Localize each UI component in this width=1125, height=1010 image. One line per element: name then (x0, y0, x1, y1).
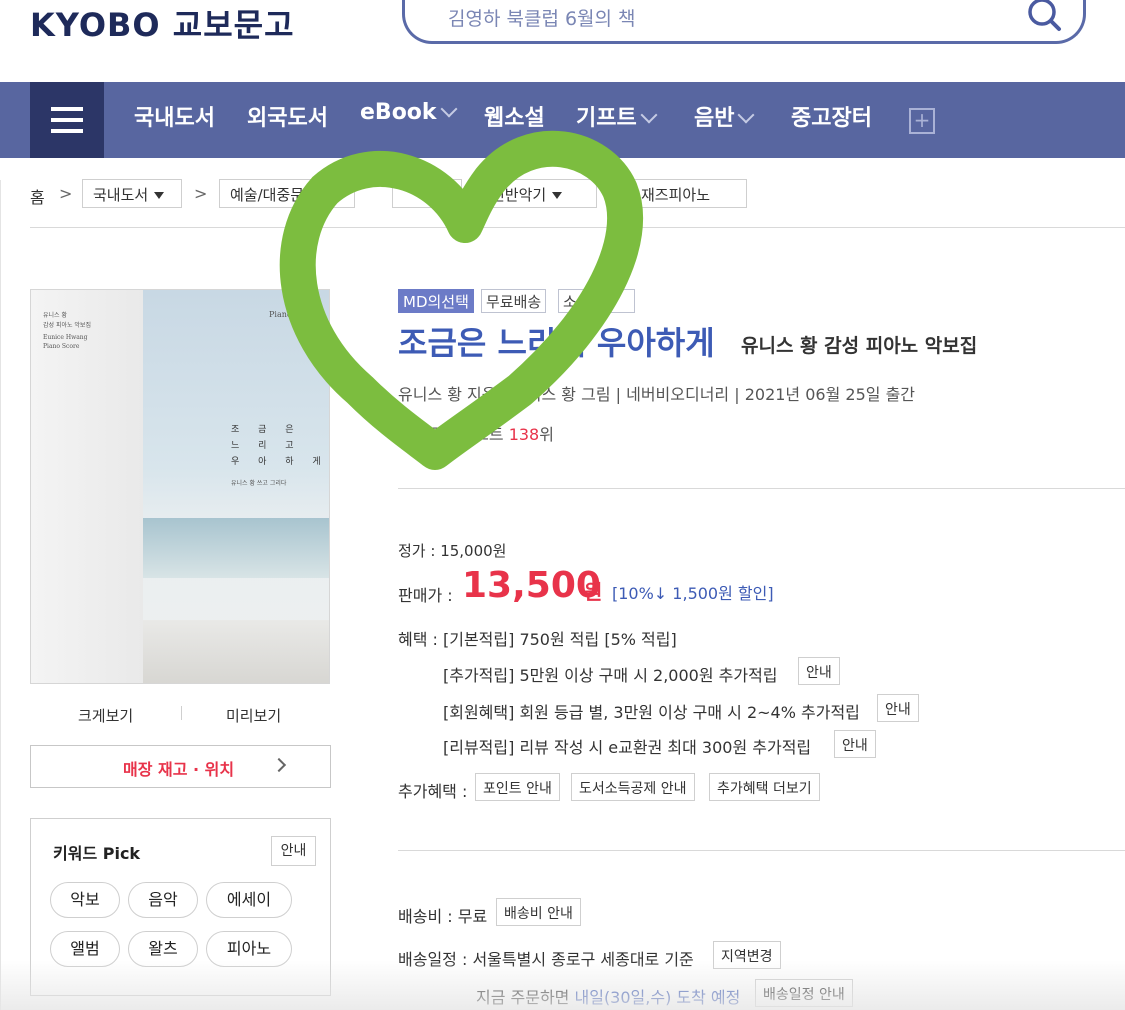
product-title: 조금은 느리게 우아하게 (398, 324, 715, 362)
dropdown-arrow-icon (552, 192, 563, 199)
shipping-fee: 배송비 : 무료 (398, 907, 488, 926)
search-input[interactable]: 김영하 북클럽 6월의 책 (448, 4, 636, 31)
delivery-schedule-guide-button[interactable]: 배송일정 안내 (755, 979, 853, 1007)
left-divider (0, 180, 1, 1010)
search-icon[interactable] (1022, 0, 1062, 34)
dropdown-arrow-icon (154, 192, 165, 199)
member-benefit-guide-button[interactable]: 안내 (877, 694, 919, 722)
chevron-down-icon (640, 106, 658, 124)
divider (30, 227, 1125, 228)
divider (398, 488, 1125, 489)
nav-foreign-books[interactable]: 외국도서 (247, 100, 328, 132)
breadcrumb-home[interactable]: 홈 (30, 184, 45, 208)
keyword-chip[interactable]: 왈츠 (128, 931, 198, 967)
nav-used-market[interactable]: 중고장터 (791, 100, 872, 132)
breadcrumb-level3[interactable] (392, 179, 462, 208)
nav-ebook[interactable]: eBook (360, 100, 458, 125)
review-points: [리뷰적립] 리뷰 작성 시 e교환권 최대 300원 추가적립 (443, 738, 812, 757)
zoom-button[interactable]: 크게보기 (78, 705, 133, 726)
nav-gift[interactable]: 기프트 (576, 100, 658, 132)
sale-price-label: 판매가 : (398, 586, 453, 605)
shipping-schedule: 배송일정 : 서울특별시 종로구 세종대로 기준 (398, 950, 694, 969)
plus-icon[interactable]: + (909, 108, 935, 134)
product-badge: 소 (558, 289, 635, 313)
extra-points: [추가적립] 5만원 이상 구매 시 2,000원 추가적립 (443, 666, 778, 685)
breadcrumb-level2[interactable]: 예술/대중문화 (219, 179, 355, 208)
menu-button[interactable] (30, 82, 104, 158)
basic-points: 혜택 : [기본적립] 750원 적립 [5% 적립] (398, 630, 677, 649)
preview-button[interactable]: 미리보기 (226, 705, 281, 726)
divider (398, 850, 1125, 851)
keyword-guide-button[interactable]: 안내 (271, 836, 316, 866)
book-cover[interactable]: 유니스 황 감성 피아노 악보집 Eunice Hwang Piano Scor… (30, 289, 330, 684)
review-points-guide-button[interactable]: 안내 (834, 730, 876, 758)
nav-domestic-books[interactable]: 국내도서 (134, 100, 215, 132)
store-stock-label[interactable]: 매장 재고 · 위치 (123, 756, 234, 780)
discount-info: [10%↓ 1,500원 할인] (612, 584, 774, 603)
breadcrumb-separator: > (59, 184, 73, 203)
divider (181, 706, 182, 720)
breadcrumb-separator: > (194, 184, 208, 203)
hamburger-icon (51, 107, 83, 133)
member-benefit: [회원혜택] 회원 등급 별, 3만원 이상 구매 시 2~4% 추가적립 (443, 703, 860, 722)
breadcrumb-level4[interactable]: 건반악기 (480, 179, 597, 208)
delivery-eta: 지금 주문하면 내일(30일,수) 도착 예정 (476, 988, 741, 1007)
keyword-chip[interactable]: 앨범 (50, 931, 120, 967)
shipping-fee-guide-button[interactable]: 배송비 안내 (496, 898, 581, 926)
point-guide-button[interactable]: 포인트 안내 (475, 773, 560, 801)
free-shipping-badge: 무료배송 (481, 289, 547, 313)
breadcrumb-level5[interactable]: 재즈피아노 (630, 179, 747, 208)
product-subtitle: 유니스 황 감성 피아노 악보집 (741, 335, 978, 357)
extra-benefits-label: 추가혜택 : (398, 782, 468, 801)
kyobo-logo[interactable]: KYOBO 교보문고 (30, 0, 295, 46)
nav-webnovel[interactable]: 웹소설 (484, 100, 545, 132)
list-price: 정가 : 15,000원 (398, 542, 507, 560)
keyword-chip[interactable]: 악보 (50, 882, 120, 918)
sale-price: 13,500 (462, 565, 601, 606)
author-publisher-line[interactable]: 유니스 황 지음 | 유니스 황 그림 | 네버비오디너리 | 2021년 06… (398, 381, 915, 405)
keyword-chip[interactable]: 음악 (128, 882, 198, 918)
keyword-chip[interactable]: 에세이 (206, 882, 292, 918)
more-benefits-button[interactable]: 추가혜택 더보기 (709, 773, 820, 801)
extra-points-guide-button[interactable]: 안내 (798, 657, 840, 685)
nav-music[interactable]: 음반 (694, 100, 755, 132)
keyword-pick-title: 키워드 Pick (53, 844, 141, 863)
md-pick-badge: MD의선택 (398, 289, 474, 313)
breadcrumb-level1[interactable]: 국내도서 (82, 179, 182, 208)
change-region-button[interactable]: 지역변경 (713, 941, 781, 969)
bestseller-rank[interactable]: 주간베스트 138위 (430, 421, 554, 445)
chevron-down-icon (440, 100, 458, 118)
chevron-down-icon (737, 106, 755, 124)
sale-price-unit: 원 (584, 580, 603, 604)
keyword-chip[interactable]: 피아노 (206, 931, 292, 967)
tax-deduction-guide-button[interactable]: 도서소득공제 안내 (571, 773, 695, 801)
